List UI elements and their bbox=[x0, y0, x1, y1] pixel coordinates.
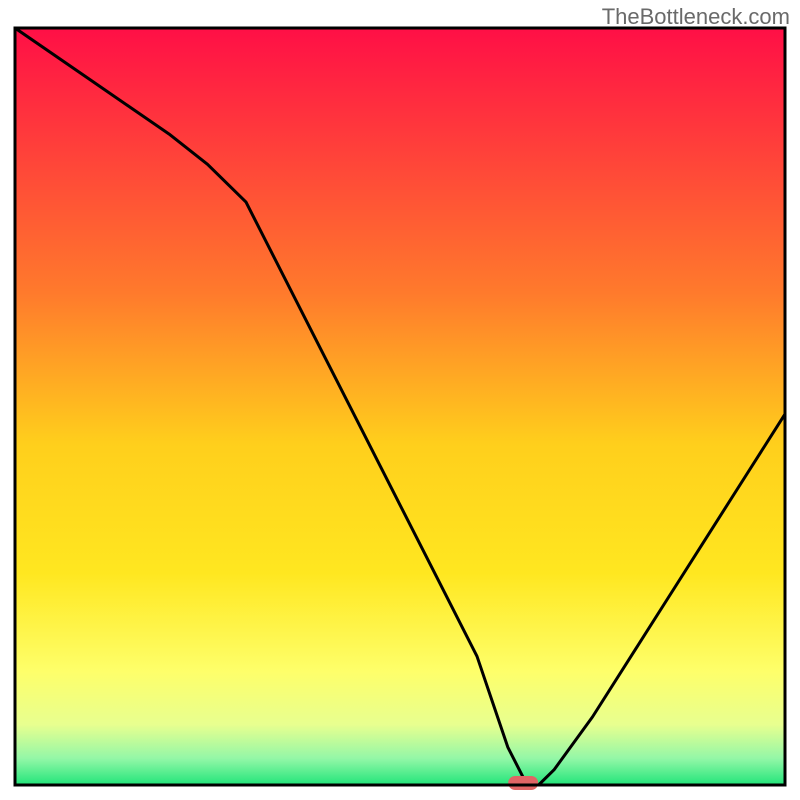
chart-container: TheBottleneck.com bbox=[0, 0, 800, 800]
gradient-background bbox=[15, 28, 785, 785]
optimal-marker bbox=[508, 776, 538, 790]
watermark-text: TheBottleneck.com bbox=[602, 4, 790, 30]
bottleneck-chart bbox=[0, 0, 800, 800]
plot-area bbox=[15, 28, 785, 790]
